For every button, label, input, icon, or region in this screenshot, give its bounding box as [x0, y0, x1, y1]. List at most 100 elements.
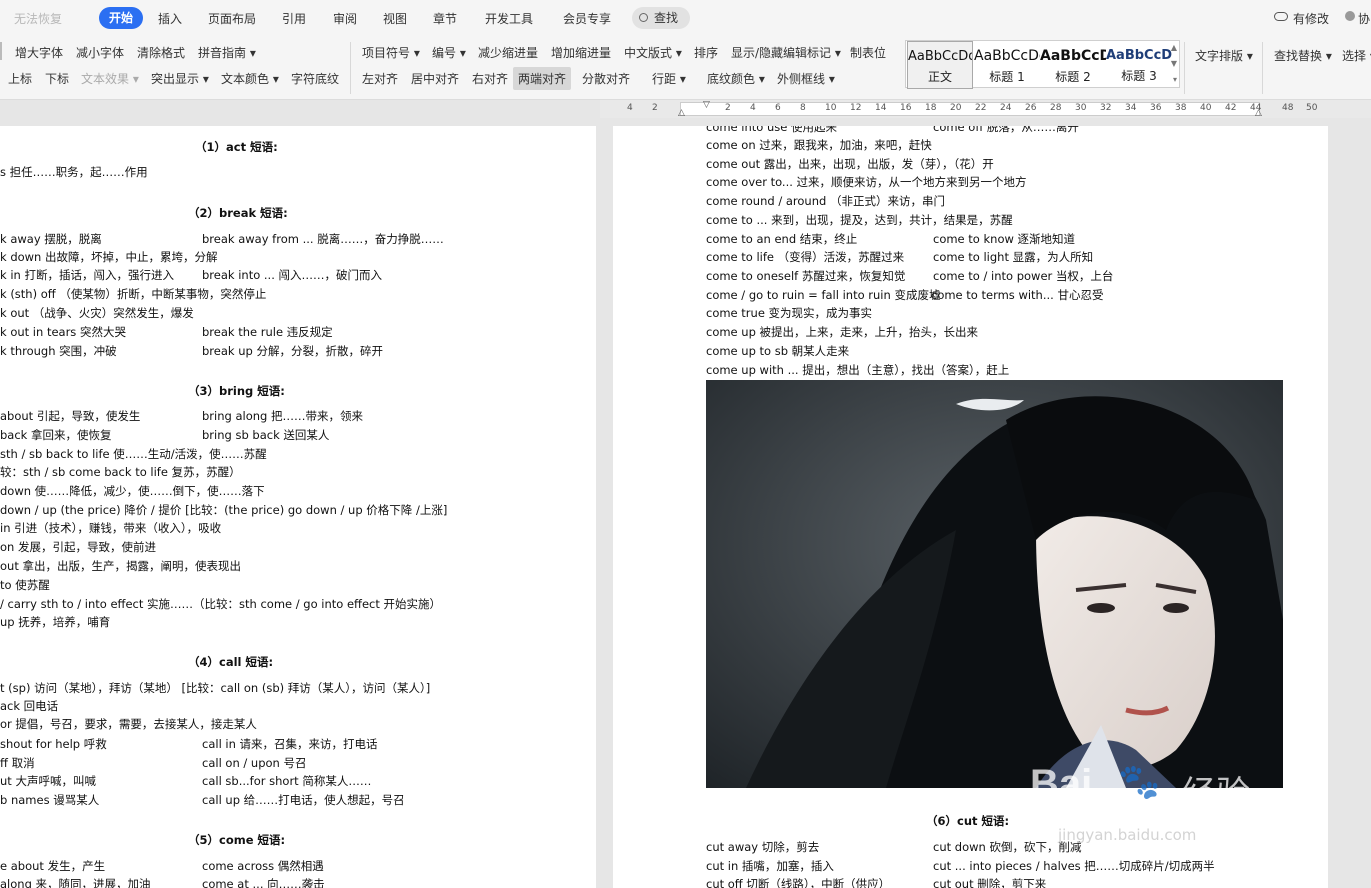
- font-size-box-edge[interactable]: [0, 42, 2, 60]
- text-line: come true 变为现实，成为事实: [706, 306, 873, 320]
- text-line: bring along 把……带来，领来: [202, 409, 363, 423]
- clear-format-button[interactable]: 清除格式: [137, 44, 185, 61]
- menubar: 无法恢复 开始 插入 页面布局 引用 审阅 视图 章节 开发工具 会员专享 查找…: [0, 0, 1371, 36]
- text-line: down / up (the price) 降价 / 提价 [比较：(the p…: [0, 503, 448, 517]
- text-line: to 使苏醒: [0, 578, 50, 592]
- cloud-icon: [1274, 12, 1288, 21]
- ruler-number: 40: [1200, 103, 1212, 113]
- collab-button[interactable]: 协: [1358, 10, 1370, 27]
- style-heading-3[interactable]: AaBbCcDd 标题 3: [1106, 41, 1172, 89]
- increase-indent-button[interactable]: 增加缩进量: [551, 44, 611, 61]
- numbering-label: 编号: [432, 46, 457, 60]
- document-page-left[interactable]: （1）act 短语: s 担任……职务，起……作用 （2）break 短语: k…: [0, 126, 596, 888]
- text-line: on 发展，引起，导致，使前进: [0, 540, 156, 554]
- text-line: sth / sb back to life 使……生动/活泼，使……苏醒: [0, 447, 267, 461]
- align-right-button[interactable]: 右对齐: [472, 70, 508, 87]
- decrease-indent-button[interactable]: 减少缩进量: [478, 44, 538, 61]
- phonetic-guide-button[interactable]: 拼音指南 ▾: [198, 44, 256, 61]
- style-heading-2[interactable]: AaBbCcD 标题 2: [1040, 41, 1106, 89]
- text-line: k away 摆脱，脱离: [0, 232, 102, 246]
- ruler-number: 30: [1075, 103, 1087, 113]
- line-spacing-button[interactable]: 行距 ▾: [652, 70, 686, 87]
- text-line: b names 谩骂某人: [0, 793, 100, 807]
- ruler-number: 14: [875, 103, 887, 113]
- tab-developer[interactable]: 开发工具: [485, 10, 533, 27]
- text-line: cut out 删除，剪下来: [933, 877, 1047, 888]
- text-line: or 提倡，号召，要求，需要，去接某人，接走某人: [0, 717, 257, 731]
- find-replace-label: 查找替换: [1274, 49, 1323, 63]
- text-line: ff 取消: [0, 756, 35, 770]
- scroll-up-icon[interactable]: ▲: [1171, 43, 1177, 52]
- phonetic-guide-label: 拼音指南: [198, 46, 247, 60]
- tab-start[interactable]: 开始: [99, 7, 143, 29]
- tab-insert[interactable]: 插入: [158, 10, 182, 27]
- tab-view[interactable]: 视图: [383, 10, 407, 27]
- bullets-button[interactable]: 项目符号 ▾: [362, 44, 420, 61]
- style-heading-1[interactable]: AaBbCcDc 标题 1: [974, 41, 1040, 89]
- subscript-button[interactable]: 下标: [45, 70, 69, 87]
- text-line: come into use 使用起来: [706, 126, 837, 134]
- text-color-button[interactable]: 文本颜色 ▾: [221, 70, 279, 87]
- text-line: come out 露出，出来，出现，出版，发（芽），（花）开: [706, 157, 994, 171]
- portrait-image: [706, 380, 1283, 788]
- text-layout-button[interactable]: 文字排版 ▾: [1195, 47, 1253, 64]
- text-line: about 引起，导致，使发生: [0, 409, 141, 423]
- superscript-button[interactable]: 上标: [8, 70, 32, 87]
- numbering-button[interactable]: 编号 ▾: [432, 44, 466, 61]
- horizontal-ruler[interactable]: 4 2 2 4 6 8 10 12 14 16 18 20 22 24 26 28 30 32 34 36 38 40 42…: [600, 100, 1371, 118]
- shading-color-button[interactable]: 底纹颜色 ▾: [707, 70, 765, 87]
- show-hide-marks-button[interactable]: 显示/隐藏编辑标记 ▾: [731, 44, 841, 61]
- tab-chapter[interactable]: 章节: [433, 10, 457, 27]
- outer-border-button[interactable]: 外侧框线 ▾: [777, 70, 835, 87]
- align-left-button[interactable]: 左对齐: [362, 70, 398, 87]
- text-line: come to terms with... 甘心忍受: [931, 288, 1104, 302]
- text-line: shout for help 呼救: [0, 737, 107, 751]
- search-box[interactable]: 查找: [632, 7, 690, 29]
- select-button[interactable]: 选择 ▾: [1342, 47, 1371, 64]
- outer-border-label: 外侧框线: [777, 72, 826, 86]
- ruler-number: 32: [1100, 103, 1112, 113]
- inserted-photo[interactable]: [706, 380, 1283, 788]
- right-indent-marker[interactable]: △: [1255, 108, 1262, 118]
- text-line: call on / upon 号召: [202, 756, 307, 770]
- left-indent-marker[interactable]: △: [678, 108, 685, 118]
- text-line: down 使……降低，减少，使……倒下，使……落下: [0, 484, 265, 498]
- tab-stops-button[interactable]: 制表位: [850, 44, 886, 61]
- text-line: break into ... 闯入……，破门而入: [202, 268, 383, 282]
- ruler-number: 24: [1000, 103, 1012, 113]
- section-heading: （4）call 短语:: [188, 655, 274, 669]
- text-effect-label: 文本效果: [81, 72, 130, 86]
- tab-member[interactable]: 会员专享: [563, 10, 611, 27]
- expand-gallery-icon[interactable]: ▾: [1173, 75, 1177, 84]
- highlight-button[interactable]: 突出显示 ▾: [151, 70, 209, 87]
- text-layout-label: 文字排版: [1195, 49, 1244, 63]
- style-name: 标题 3: [1121, 69, 1157, 83]
- find-replace-button[interactable]: 查找替换 ▾: [1274, 47, 1332, 64]
- tab-review[interactable]: 审阅: [333, 10, 357, 27]
- tab-references[interactable]: 引用: [282, 10, 306, 27]
- modified-status[interactable]: 有修改: [1293, 10, 1329, 27]
- undo-button[interactable]: 无法恢复: [14, 10, 62, 27]
- chinese-layout-button[interactable]: 中文版式 ▾: [624, 44, 682, 61]
- ruler-number: 48: [1282, 103, 1294, 113]
- section-heading: （6）cut 短语:: [926, 814, 1010, 828]
- scroll-down-icon[interactable]: ▼: [1171, 59, 1177, 68]
- justify-button[interactable]: 两端对齐: [513, 67, 572, 90]
- text-effect-button[interactable]: 文本效果 ▾: [81, 70, 139, 87]
- styles-gallery: AaBbCcDd 正文 AaBbCcDc 标题 1 AaBbCcD 标题 2 A…: [905, 40, 1180, 89]
- text-line: k out （战争、火灾）突然发生，爆发: [0, 306, 194, 320]
- search-label: 查找: [654, 11, 679, 25]
- ruler-number: 2: [652, 103, 658, 113]
- tab-page-layout[interactable]: 页面布局: [208, 10, 256, 27]
- shrink-font-button[interactable]: 减小字体: [76, 44, 124, 61]
- first-line-indent-marker[interactable]: ▽: [703, 100, 710, 110]
- distribute-button[interactable]: 分散对齐: [582, 70, 630, 87]
- shading-color-label: 底纹颜色: [707, 72, 756, 86]
- sort-button[interactable]: 排序: [694, 44, 718, 61]
- ruler-number: 50: [1306, 103, 1318, 113]
- align-center-button[interactable]: 居中对齐: [411, 70, 459, 87]
- char-shading-button[interactable]: 字符底纹: [291, 70, 339, 87]
- grow-font-button[interactable]: 增大字体: [15, 44, 63, 61]
- document-page-right[interactable]: come into use 使用起来 come off 脱落，从……离开 com…: [613, 126, 1328, 888]
- style-normal[interactable]: AaBbCcDd 正文: [907, 41, 973, 89]
